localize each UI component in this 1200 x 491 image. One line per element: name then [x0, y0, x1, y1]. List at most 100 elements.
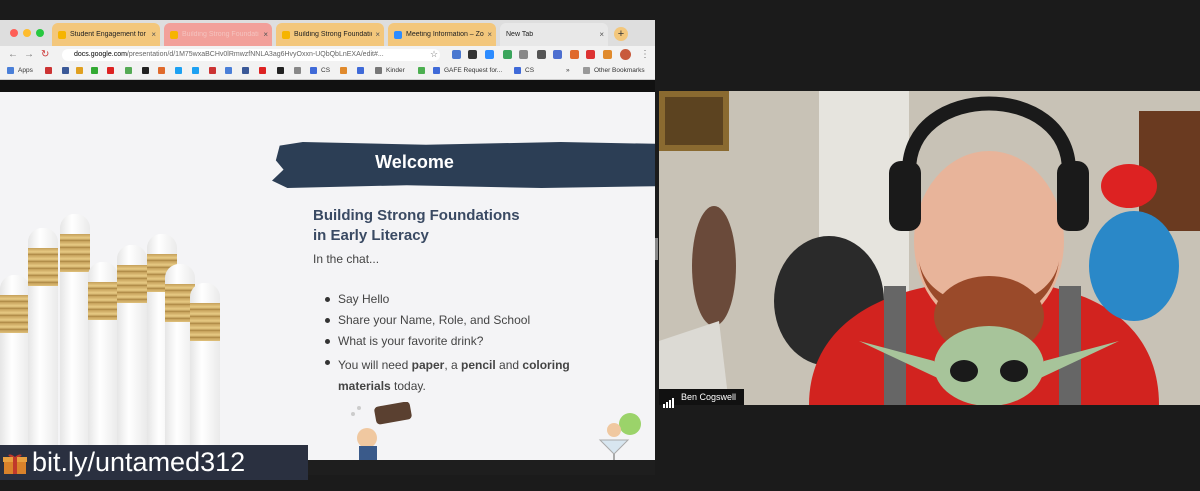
slide-top-bar [0, 80, 655, 92]
back-icon[interactable]: ← [8, 49, 18, 60]
bullet-icon [325, 360, 330, 365]
webcam-feed [659, 91, 1200, 405]
browser-tab[interactable]: Student Engagement for L × [52, 23, 160, 46]
bookmark-kinder[interactable]: Kinder [386, 67, 405, 74]
gafe-bookmark-icon[interactable] [418, 67, 425, 74]
address-toolbar: ← → ↻ docs.google.com/presentation/d/1M7… [0, 46, 655, 64]
bookmark-icon[interactable] [259, 67, 266, 74]
extension-icon[interactable] [452, 50, 461, 59]
browser-tab[interactable]: Meeting Information – Zo × [388, 23, 496, 46]
bookmark-icon[interactable] [45, 67, 52, 74]
bookmark-cs-2[interactable]: CS [525, 67, 534, 74]
bullet-icon [325, 339, 330, 344]
presentation-slide: Welcome Building Strong Foundations in E… [0, 92, 655, 460]
browser-tab-strip: Student Engagement for L × Building Stro… [0, 20, 655, 46]
cs-bookmark-icon[interactable] [310, 67, 317, 74]
profile-avatar[interactable] [620, 49, 631, 60]
extension-icon[interactable] [519, 50, 528, 59]
slides-favicon-icon [170, 30, 178, 39]
menu-kebab-icon[interactable]: ⋮ [640, 49, 650, 60]
participant-video[interactable] [659, 91, 1200, 405]
tab-close-icon[interactable]: × [151, 30, 156, 39]
apps-grid-icon[interactable] [7, 67, 14, 74]
bitmoji-coffee-illustration [351, 402, 412, 460]
bullet-text: today. [390, 379, 426, 393]
bookmark-icon[interactable] [76, 67, 83, 74]
bullet-text: You will need [338, 358, 412, 372]
bookmark-icon[interactable] [357, 67, 364, 74]
bookmark-icon[interactable] [158, 67, 165, 74]
bookmark-icon[interactable] [294, 67, 301, 74]
split-resize-handle[interactable] [655, 238, 658, 260]
bookmark-icon[interactable] [91, 67, 98, 74]
bookmark-icon[interactable] [209, 67, 216, 74]
extension-icon[interactable] [503, 50, 512, 59]
slide-title: Building Strong Foundations [313, 207, 520, 224]
extension-icon[interactable] [468, 50, 477, 59]
browser-tab[interactable]: New Tab × [500, 23, 608, 46]
bookmarks-overflow-icon[interactable]: » [566, 67, 570, 74]
bullet-bold-coloring: coloring [522, 358, 570, 372]
new-tab-button[interactable]: + [614, 27, 628, 41]
participant-name-label: Ben Cogswell [659, 389, 745, 408]
reload-icon[interactable]: ↻ [41, 49, 49, 60]
tab-close-icon[interactable]: × [487, 30, 492, 39]
browser-tab-active[interactable]: Building Strong Foundati × [164, 23, 272, 46]
extension-icon[interactable] [570, 50, 579, 59]
short-link[interactable]: bit.ly/untamed312 [32, 445, 245, 480]
address-bar[interactable]: docs.google.com/presentation/d/1M75wxaBC… [62, 49, 440, 61]
bookmark-apps[interactable]: Apps [18, 67, 33, 74]
bullet-item: What is your favorite drink? [338, 334, 484, 348]
slides-favicon-icon [282, 30, 290, 39]
bookmark-icon[interactable] [175, 67, 182, 74]
bookmark-icon[interactable] [340, 67, 347, 74]
tab-close-icon[interactable]: × [599, 30, 604, 39]
close-window-icon[interactable] [10, 29, 18, 37]
bullet-text: , a [444, 358, 461, 372]
bookmark-cs[interactable]: CS [321, 67, 330, 74]
bullet-icon [325, 297, 330, 302]
bookmark-icon[interactable] [107, 67, 114, 74]
slides-favicon-icon [58, 30, 66, 39]
extension-icon[interactable] [537, 50, 546, 59]
tab-close-icon[interactable]: × [375, 30, 380, 39]
tab-close-icon[interactable]: × [263, 30, 268, 39]
bookmark-icon[interactable] [192, 67, 199, 74]
bookmark-icon[interactable] [277, 67, 284, 74]
bookmarks-bar: Apps CS Kinder GAFE Request for... CS » … [0, 64, 655, 80]
bookmark-icon[interactable] [225, 67, 232, 74]
bullet-bold-paper: paper [411, 358, 445, 372]
tab-label: Meeting Information – Zo [406, 31, 484, 38]
browser-tab[interactable]: Building Strong Foundatio × [276, 23, 384, 46]
kinder-bookmark-icon[interactable] [375, 67, 382, 74]
screen-share: Student Engagement for L × Building Stro… [0, 20, 655, 480]
tab-label: Student Engagement for L [70, 31, 149, 38]
bookmark-gafe[interactable]: GAFE Request for... [444, 67, 502, 74]
folder-icon [583, 67, 590, 74]
bullet-item-supplies: You will need paper, a pencil and colori… [338, 355, 608, 397]
other-bookmarks[interactable]: Other Bookmarks [594, 67, 645, 74]
cs-bookmark-icon[interactable] [514, 67, 521, 74]
bookmark-icon[interactable] [62, 67, 69, 74]
extension-icon[interactable] [485, 50, 494, 59]
slide-title-line2: in Early Literacy [313, 227, 429, 244]
tab-label: Building Strong Foundatio [294, 31, 373, 38]
bookmark-icon[interactable] [242, 67, 249, 74]
zoom-favicon-icon [394, 30, 402, 39]
bullet-bold-pencil: pencil [461, 358, 496, 372]
bookmark-icon[interactable] [125, 67, 132, 74]
forward-icon[interactable]: → [24, 49, 34, 60]
extension-icon[interactable] [603, 50, 612, 59]
bookmark-icon[interactable] [433, 67, 440, 74]
bookmark-star-icon[interactable]: ☆ [430, 49, 438, 60]
slide-intro: In the chat... [313, 252, 380, 266]
bullet-item: Share your Name, Role, and School [338, 313, 531, 327]
maximize-window-icon[interactable] [36, 29, 44, 37]
bookmark-icon[interactable] [142, 67, 149, 74]
bullet-bold-materials: materials [338, 379, 391, 393]
extension-icon[interactable] [586, 50, 595, 59]
extension-icon[interactable] [553, 50, 562, 59]
signal-strength-icon [663, 392, 675, 408]
minimize-window-icon[interactable] [23, 29, 31, 37]
tab-label: New Tab [506, 31, 534, 38]
